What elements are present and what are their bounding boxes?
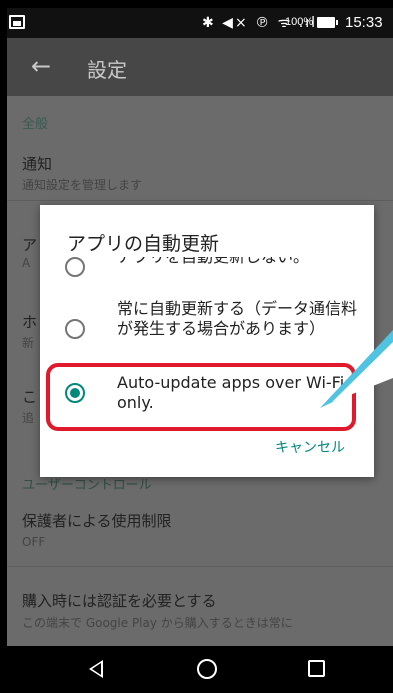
- status-bar: ✱ ◀× ℗ ᯤ .ıl 100% 15:33: [7, 8, 393, 38]
- partial-item-sub: 新: [22, 336, 35, 350]
- radio-unchecked-icon[interactable]: [65, 257, 85, 277]
- notifications-title[interactable]: 通知: [22, 153, 52, 174]
- require-auth-subtitle: この端末で Google Play から購入するときは常に: [22, 616, 293, 630]
- partial-item-title: こ: [22, 388, 38, 406]
- partial-item-sub: A: [22, 256, 31, 270]
- partial-item-title: ホ: [22, 313, 38, 331]
- section-header-general: 全般: [22, 117, 49, 132]
- notifications-subtitle: 通知設定を管理します: [22, 178, 143, 192]
- recents-square-icon[interactable]: [308, 660, 325, 677]
- battery-percent: 100%: [285, 16, 314, 28]
- partial-item-sub: 追: [22, 411, 35, 425]
- radio-unchecked-icon[interactable]: [65, 319, 85, 339]
- highlight-box: [46, 363, 356, 431]
- image-notification-icon: [9, 15, 25, 29]
- clock: 15:33: [345, 14, 383, 31]
- battery-icon: [317, 17, 338, 28]
- arrow-left-icon[interactable]: ←: [31, 52, 51, 80]
- dialog-title: アプリの自動更新: [67, 233, 220, 255]
- speech-bubble-pointer: [320, 330, 393, 408]
- option-label: アプリを自動更新しない。: [117, 257, 357, 267]
- app-bar: ← 設定: [7, 38, 393, 96]
- cancel-button[interactable]: キャンセル: [275, 437, 345, 457]
- option-do-not-update[interactable]: アプリを自動更新しない。: [40, 257, 374, 281]
- screen: ✱ ◀× ℗ ᯤ .ıl 100% 15:33 ← 設定 全般 通知 通知設定を…: [0, 0, 393, 693]
- parental-controls-status: OFF: [22, 535, 46, 549]
- divider: [7, 566, 393, 567]
- navigation-bar: [7, 646, 393, 693]
- require-auth-title[interactable]: 購入時には認証を必要とする: [22, 590, 217, 611]
- home-circle-icon[interactable]: [197, 659, 217, 679]
- back-triangle-icon[interactable]: [89, 660, 103, 678]
- page-title: 設定: [87, 58, 127, 82]
- partial-item-title: ア: [22, 236, 38, 254]
- parental-controls-title[interactable]: 保護者による使用制限: [22, 510, 172, 531]
- divider: [7, 200, 393, 201]
